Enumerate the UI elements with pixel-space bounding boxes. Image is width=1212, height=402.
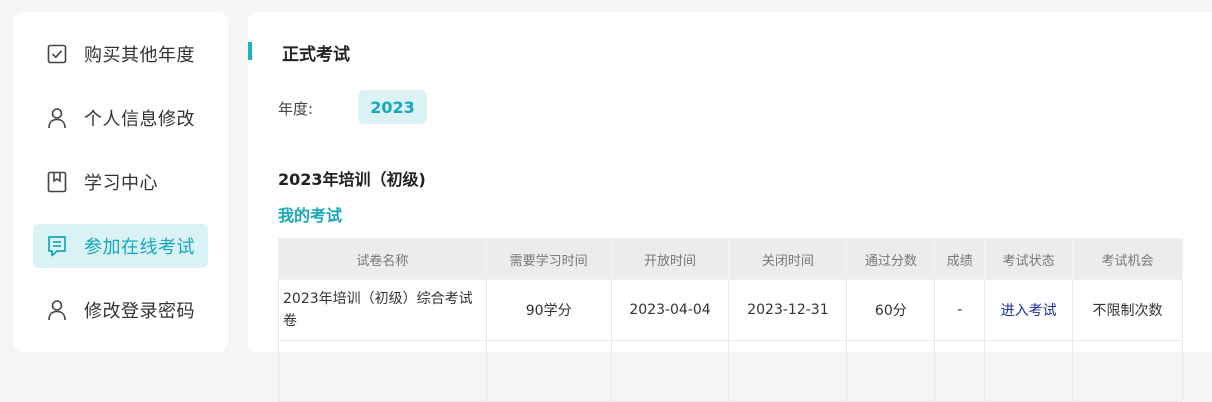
exam-name-cell bbox=[278, 340, 487, 402]
table-cell bbox=[934, 340, 986, 402]
exam-status-cell: 进入考试 bbox=[984, 279, 1074, 341]
table-cell bbox=[610, 340, 730, 402]
sidebar-item-label: 学习中心 bbox=[84, 173, 158, 194]
table-header-row: 试卷名称 需要学习时间 开放时间 关闭时间 通过分数 成绩 考试状态 考试机会 bbox=[278, 238, 1183, 280]
sidebar-item-profile-edit[interactable]: 个人信息修改 bbox=[33, 96, 208, 140]
sidebar-item-learning-center[interactable]: 学习中心 bbox=[33, 160, 208, 204]
exam-name-cell: 2023年培训（初级）综合考试卷 bbox=[278, 279, 487, 341]
my-exams-title: 我的考试 bbox=[278, 206, 343, 225]
user-icon bbox=[46, 107, 68, 129]
table-row bbox=[278, 340, 1183, 402]
sidebar-item-label: 个人信息修改 bbox=[84, 109, 195, 130]
exam-table: 试卷名称 需要学习时间 开放时间 关闭时间 通过分数 成绩 考试状态 考试机会 … bbox=[278, 238, 1183, 402]
sidebar-item-change-password[interactable]: 修改登录密码 bbox=[33, 288, 208, 332]
sidebar-item-online-exam[interactable]: 参加在线考试 bbox=[33, 224, 208, 268]
table-cell bbox=[984, 340, 1074, 402]
user-icon bbox=[46, 299, 68, 321]
sidebar: 购买其他年度 个人信息修改 学习中心 参加在线考试 修改登录密码 bbox=[13, 12, 228, 352]
column-header: 需要学习时间 bbox=[485, 238, 612, 280]
close-time-cell: 2023-12-31 bbox=[728, 279, 848, 341]
sidebar-item-label: 购买其他年度 bbox=[84, 45, 195, 66]
sidebar-item-buy-other-year[interactable]: 购买其他年度 bbox=[33, 32, 208, 76]
column-header: 试卷名称 bbox=[278, 238, 487, 280]
page-title: 正式考试 bbox=[282, 45, 350, 65]
table-row: 2023年培训（初级）综合考试卷 90学分 2023-04-04 2023-12… bbox=[278, 279, 1183, 341]
column-header: 关闭时间 bbox=[728, 238, 848, 280]
checkbox-icon bbox=[46, 43, 68, 65]
column-header: 成绩 bbox=[934, 238, 986, 280]
section-title: 2023年培训（初级) bbox=[278, 170, 426, 189]
bookmark-icon bbox=[46, 171, 68, 193]
year-chip-2023[interactable]: 2023 bbox=[358, 90, 427, 124]
score-cell: - bbox=[934, 279, 986, 341]
chances-cell: 不限制次数 bbox=[1072, 279, 1183, 341]
table-cell bbox=[728, 340, 848, 402]
title-accent-bar bbox=[248, 42, 252, 60]
year-label: 年度: bbox=[278, 100, 314, 118]
open-time-cell: 2023-04-04 bbox=[610, 279, 730, 341]
message-icon bbox=[46, 235, 68, 257]
sidebar-item-label: 参加在线考试 bbox=[84, 237, 195, 258]
main-panel: 正式考试 年度: 2023 2023年培训（初级) 我的考试 试卷名称 需要学习… bbox=[248, 12, 1212, 402]
enter-exam-link[interactable]: 进入考试 bbox=[1001, 303, 1057, 319]
column-header: 通过分数 bbox=[846, 238, 936, 280]
column-header: 考试机会 bbox=[1072, 238, 1183, 280]
table-cell bbox=[846, 340, 936, 402]
sidebar-item-label: 修改登录密码 bbox=[84, 301, 195, 322]
table-cell bbox=[1072, 340, 1183, 402]
pass-score-cell: 60分 bbox=[846, 279, 936, 341]
column-header: 开放时间 bbox=[610, 238, 730, 280]
study-time-cell: 90学分 bbox=[485, 279, 612, 341]
column-header: 考试状态 bbox=[984, 238, 1074, 280]
table-cell bbox=[485, 340, 612, 402]
